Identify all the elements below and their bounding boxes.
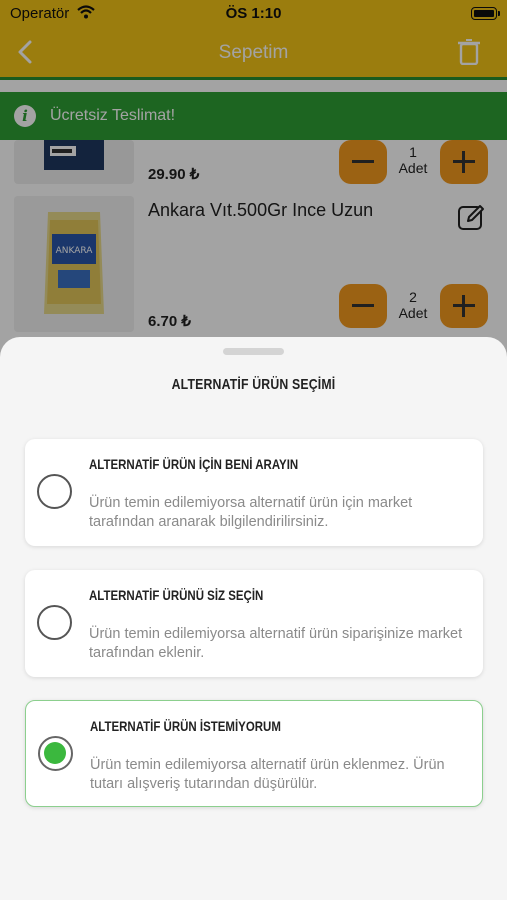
option-market-chooses[interactable]: ALTERNATİF ÜRÜNÜ SİZ SEÇİN Ürün temin ed… — [25, 570, 483, 677]
option-no-alternative[interactable]: ALTERNATİF ÜRÜN İSTEMİYORUM Ürün temin e… — [25, 700, 483, 807]
option-title: ALTERNATİF ÜRÜN İÇİN BENİ ARAYIN — [89, 456, 299, 472]
option-title: ALTERNATİF ÜRÜN İSTEMİYORUM — [90, 718, 281, 734]
option-description: Ürün temin edilemiyorsa alternatif ürün … — [90, 757, 445, 792]
option-title: ALTERNATİF ÜRÜNÜ SİZ SEÇİN — [89, 587, 264, 603]
drag-handle[interactable] — [223, 348, 284, 355]
option-description: Ürün temin edilemiyorsa alternatif ürün … — [89, 626, 463, 661]
option-description: Ürün temin edilemiyorsa alternatif ürün … — [89, 495, 413, 530]
radio-button[interactable] — [37, 474, 72, 509]
radio-button[interactable] — [37, 605, 72, 640]
alternative-product-sheet: ALTERNATİF ÜRÜN SEÇİMİ ALTERNATİF ÜRÜN İ… — [0, 337, 507, 900]
sheet-title: ALTERNATİF ÜRÜN SEÇİMİ — [171, 376, 336, 393]
option-call-me[interactable]: ALTERNATİF ÜRÜN İÇİN BENİ ARAYIN Ürün te… — [25, 439, 483, 546]
radio-button-selected[interactable] — [38, 736, 73, 771]
